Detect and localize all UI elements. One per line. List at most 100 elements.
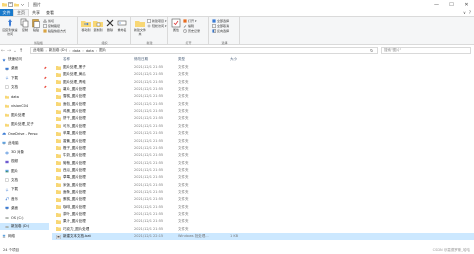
sidebar-item[interactable]: data (0, 93, 49, 100)
sidebar-item[interactable]: 桌面 (0, 205, 49, 212)
new-item-button[interactable]: 新建项目 ▾ (147, 19, 166, 23)
up-arrow-icon[interactable]: ↑ (18, 48, 24, 54)
copy-path-button[interactable]: 复制路径 (43, 24, 60, 28)
pin-quick-access-button[interactable]: 固定到快速访问 (2, 18, 18, 36)
copy-to-button[interactable]: 复制到 (93, 18, 103, 33)
rename-button[interactable]: 重命名 (117, 18, 127, 33)
sidebar-item[interactable]: OneDrive - Perso (0, 130, 49, 137)
select-none-button[interactable]: 全部取消 (212, 24, 229, 28)
tab-share[interactable]: 共享 (29, 9, 43, 16)
sidebar-item[interactable]: 文档 (0, 177, 49, 184)
help-icon[interactable]: ? (469, 10, 471, 15)
paste-shortcut-button[interactable]: 粘贴快捷方式 (43, 29, 66, 33)
sidebar-item[interactable]: 视频 (0, 158, 49, 165)
video-icon (5, 160, 9, 164)
table-row[interactable]: 香蕉_图片处理 2021/12/1 21:55 文件夹 (52, 138, 474, 145)
sidebar-item[interactable]: 此电脑 (0, 140, 49, 147)
breadcrumb[interactable]: data (86, 49, 94, 53)
sidebar-item-label: 3D 对象 (11, 150, 25, 154)
sidebar-item[interactable]: 文档 📌 (0, 84, 49, 91)
table-row[interactable]: 薯片_图片处理 2021/12/1 21:55 文件夹 (52, 86, 474, 93)
table-row[interactable]: 苹果_图片处理 2021/12/1 21:55 文件夹 (52, 130, 474, 137)
history-button[interactable]: 历史记录 (183, 29, 200, 33)
breadcrumb[interactable]: 图片 (99, 48, 106, 53)
easy-access-button[interactable]: 轻松访问 ▾ (147, 24, 166, 28)
copy-button[interactable]: 复制 (20, 18, 30, 33)
cut-button[interactable]: 剪切 (43, 19, 54, 23)
edit-button[interactable]: 编辑 (183, 24, 194, 28)
sidebar-item[interactable]: 网络 (0, 233, 49, 240)
table-row[interactable]: 巧克力_图片处理 2021/12/1 21:55 文件夹 (52, 226, 474, 233)
paste-button[interactable]: 粘贴 (31, 18, 41, 33)
properties-quick-icon[interactable] (8, 2, 13, 7)
new-folder-button[interactable]: 新建文件夹 (134, 18, 146, 36)
tab-file[interactable]: 文件 (0, 9, 13, 16)
minimize-button[interactable]: — (429, 0, 444, 9)
column-header-size[interactable]: 大小 (230, 57, 237, 62)
sidebar-item[interactable]: 新加卷 (D:) (0, 223, 49, 231)
table-row[interactable]: 图片处理_黑子 2021/12/1 21:55 文件夹 (52, 64, 474, 71)
sidebar-item[interactable]: 下载 (0, 186, 49, 193)
sidebar-item[interactable]: 图片处理 (0, 112, 49, 119)
sidebar-item[interactable]: 3D 对象 (0, 149, 49, 156)
close-button[interactable]: ✕ (459, 0, 474, 9)
table-row[interactable]: 咖啡_图片处理 2021/12/1 21:55 文件夹 (52, 204, 474, 211)
sidebar-item[interactable]: visionC04 (0, 103, 49, 110)
new-folder-quick-icon[interactable] (14, 2, 19, 7)
select-all-button[interactable]: 全部选择 (212, 19, 229, 23)
table-row[interactable]: 蛋糕_图片处理 2021/12/1 21:55 文件夹 (52, 196, 474, 203)
table-row[interactable]: 鸡蛋_图片处理 2021/12/1 21:55 文件夹 (52, 108, 474, 115)
table-row[interactable]: 饼干_图片处理 2021/12/1 21:55 文件夹 (52, 115, 474, 122)
delete-button[interactable]: 删除 (105, 18, 115, 33)
cell-type: 文件夹 (178, 94, 189, 99)
table-row[interactable]: 米饭_图片处理 2021/12/1 21:55 文件夹 (52, 182, 474, 189)
sidebar-item[interactable]: 图片处理_花子 (0, 121, 49, 128)
ribbon: 固定到快速访问 复制 粘贴 剪切 复制路径 粘贴快捷方式 剪贴板 移动到 复制到… (0, 16, 474, 45)
address-bar[interactable]: 此电脑 › 新加卷 (D:) › data › data › 图片 (30, 47, 378, 54)
cell-type: 文件夹 (178, 160, 189, 165)
table-row[interactable]: 茶叶_图片处理 2021/12/1 21:55 文件夹 (52, 211, 474, 218)
column-header-name[interactable]: 名称 (63, 57, 70, 62)
cell-type: 文件夹 (178, 116, 189, 121)
sidebar-item[interactable]: 下载 📌 (0, 75, 49, 82)
sidebar-item[interactable]: 音乐 (0, 196, 49, 203)
open-button[interactable]: 打开 ▾ (183, 19, 196, 23)
sidebar-item[interactable]: 快速访问 (0, 56, 49, 63)
move-to-button[interactable]: 移动到 (81, 18, 91, 33)
table-row[interactable]: 面条_图片处理 2021/12/1 21:55 文件夹 (52, 189, 474, 196)
table-row[interactable]: 图片处理_青蛙 2021/12/1 21:55 文件夹 (52, 79, 474, 86)
search-input[interactable]: 搜索"图片" (381, 47, 471, 54)
sidebar-item[interactable]: OS (C:) (0, 214, 49, 221)
table-row[interactable]: 果汁_图片处理 2021/12/1 21:55 文件夹 (52, 218, 474, 225)
invert-selection-button[interactable]: 反向选择 (212, 29, 229, 33)
pin-icon: 📌 (43, 67, 47, 71)
properties-button[interactable]: 属性 (171, 18, 181, 33)
table-row[interactable]: 新建文本文档.bat 2021/12/1 22:15 Windows 批处理... 1… (52, 233, 474, 240)
refresh-icon[interactable]: ↻ (370, 48, 376, 53)
column-header-type[interactable]: 类型 (178, 57, 185, 62)
table-row[interactable]: 草莓_图片处理 2021/12/1 21:55 文件夹 (52, 174, 474, 181)
table-row[interactable]: 面包_图片处理 2021/12/1 21:55 文件夹 (52, 101, 474, 108)
chevron-down-icon[interactable] (20, 2, 25, 7)
folder-icon (56, 72, 61, 77)
navigation-pane: 快速访问 桌面 📌 下载 📌 文档 📌 data visionC04 图片处理 图片处理_花子 One… (0, 56, 49, 246)
breadcrumb[interactable]: 此电脑 (33, 48, 44, 53)
table-row[interactable]: 牛奶_图片处理 2021/12/1 21:55 文件夹 (52, 152, 474, 159)
sidebar-item[interactable]: 桌面 📌 (0, 65, 49, 72)
table-row[interactable]: 西瓜_图片处理 2021/12/1 21:55 文件夹 (52, 167, 474, 174)
table-row[interactable]: 葡萄_图片处理 2021/12/1 21:55 文件夹 (52, 160, 474, 167)
breadcrumb[interactable]: 新加卷 (D:) (49, 48, 67, 53)
tab-view[interactable]: 查看 (43, 9, 57, 16)
table-row[interactable]: 可乐_图片处理 2021/12/1 21:55 文件夹 (52, 123, 474, 130)
expand-ribbon-icon[interactable]: ∨ (463, 10, 466, 15)
tab-home[interactable]: 主页 (13, 9, 29, 16)
table-row[interactable]: 雪糕_图片处理 2021/12/1 21:55 文件夹 (52, 93, 474, 100)
table-row[interactable]: 图片处理_黄瓜 2021/12/1 21:55 文件夹 (52, 71, 474, 78)
table-row[interactable]: 橙子_图片处理 2021/12/1 21:55 文件夹 (52, 145, 474, 152)
pin-icon (5, 18, 15, 28)
breadcrumb[interactable]: data (73, 49, 81, 53)
sidebar-item[interactable]: 图片 (0, 168, 49, 175)
maximize-button[interactable]: ☐ (444, 0, 459, 9)
sidebar-item-label: 此电脑 (8, 140, 19, 145)
column-header-date[interactable]: 修改日期 (134, 57, 148, 62)
